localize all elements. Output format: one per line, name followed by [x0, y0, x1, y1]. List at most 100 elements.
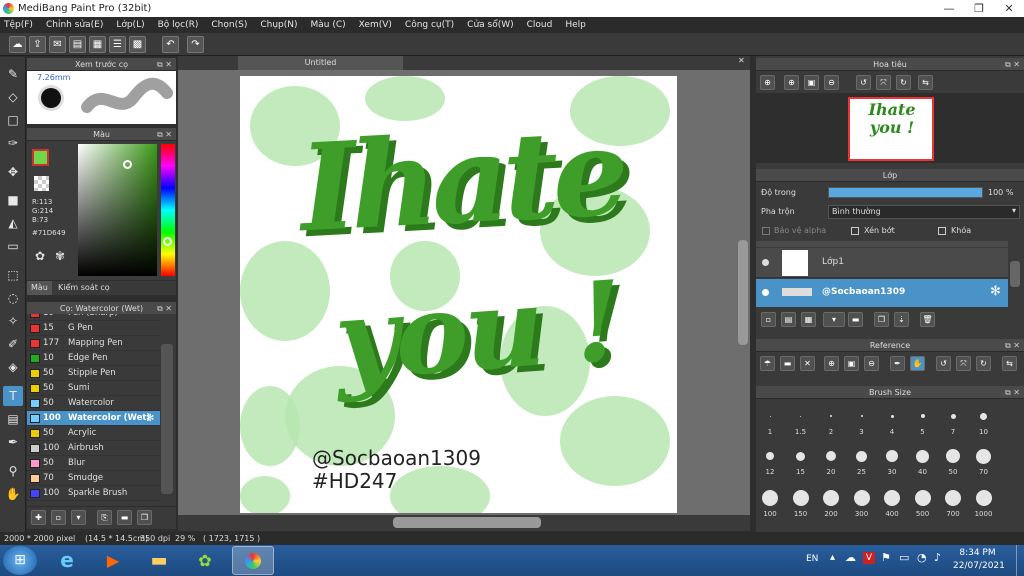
reference-hand-icon[interactable]: ✋ — [910, 356, 925, 371]
brush-item[interactable]: 10Pen (Sharp) — [27, 314, 160, 321]
brush-item[interactable]: 100 Sparkle Brush — [27, 486, 160, 501]
redo-icon[interactable]: ↷ — [187, 36, 204, 53]
eraser-tool-icon[interactable]: ◇ — [3, 87, 23, 107]
brush-size-dot[interactable] — [796, 451, 805, 461]
hue-slider[interactable] — [161, 144, 175, 276]
reference-zoom-out-icon[interactable]: ⊖ — [864, 356, 879, 371]
rectangle-tool-icon[interactable]: □ — [3, 110, 23, 130]
menu-cloud[interactable]: Cloud — [527, 20, 553, 30]
brush-size-dot[interactable] — [914, 490, 931, 506]
add-brush-icon[interactable]: ✚ — [31, 510, 46, 525]
brush-size-dot[interactable] — [856, 450, 867, 462]
brush-size-dot[interactable] — [853, 490, 870, 506]
brush-size-dot[interactable] — [950, 413, 956, 419]
magic-wand-icon[interactable]: ✧ — [3, 311, 23, 331]
copy-brush-icon[interactable]: ⎘ — [97, 510, 112, 525]
brush-size-dot[interactable] — [975, 490, 992, 506]
zoom-out-icon[interactable]: ⊖ — [824, 75, 839, 90]
cloud-tray-icon[interactable]: ☁ — [845, 551, 856, 564]
app-icon[interactable]: ✿ — [188, 548, 222, 573]
reference-reset-icon[interactable]: ⤧ — [956, 356, 971, 371]
menu-snap[interactable]: Chụp(N) — [260, 20, 297, 30]
folder-icon[interactable]: ▬ — [848, 312, 863, 327]
show-desktop-button[interactable] — [1016, 545, 1024, 576]
rotate-right-icon[interactable]: ↻ — [896, 75, 911, 90]
canvas-close-icon[interactable]: ✕ — [738, 56, 745, 65]
panel-close-icon[interactable]: ⧉ ✕ — [157, 128, 172, 141]
brush-size-dot[interactable] — [916, 449, 929, 463]
secondary-color-swatch[interactable] — [34, 176, 49, 191]
maximize-icon[interactable]: ❐ — [964, 0, 994, 17]
reference-rotate-left-icon[interactable]: ↺ — [936, 356, 951, 371]
pen-tool-icon[interactable]: ✑ — [3, 133, 23, 153]
opacity-slider[interactable] — [828, 187, 983, 198]
brush-item-selected[interactable]: 100 Watercolor (Wet) ✻ — [27, 411, 160, 426]
new-brush-icon[interactable]: ▫ — [51, 510, 66, 525]
brush-list-scrollbar[interactable] — [161, 344, 173, 494]
menu-help[interactable]: Help — [565, 20, 586, 30]
brush-item[interactable]: 50 Sumi — [27, 381, 160, 396]
layer-row[interactable]: Lớp1 — [756, 248, 1008, 278]
clip-checkbox[interactable] — [851, 227, 859, 235]
bucket-tool-icon[interactable]: ◭ — [3, 213, 23, 233]
menu-color[interactable]: Màu (C) — [311, 20, 346, 30]
brush-item[interactable]: 177 Mapping Pen — [27, 336, 160, 351]
menu-edit[interactable]: Chỉnh sửa(E) — [46, 20, 103, 30]
primary-color-swatch[interactable] — [32, 149, 49, 166]
reference-zoom-in-icon[interactable]: ⊕ — [824, 356, 839, 371]
layer-row-selected[interactable]: @Socbaoan1309 ✻ — [756, 279, 1008, 307]
canvas-tab[interactable]: Untitled — [238, 56, 403, 70]
page-icon[interactable]: ▦ — [89, 36, 106, 53]
brush-item[interactable]: 10 Edge Pen — [27, 351, 160, 366]
gear-icon[interactable]: ✻ — [146, 411, 154, 426]
hand-tool-icon[interactable]: ✋ — [3, 484, 23, 504]
brush-size-dot[interactable] — [884, 490, 900, 506]
media-player-icon[interactable]: ▶ — [96, 548, 130, 573]
fit-window-icon[interactable]: ▣ — [804, 75, 819, 90]
brush-size-dot[interactable] — [945, 490, 961, 506]
duplicate-layer-icon[interactable]: ❐ — [874, 312, 889, 327]
eyedropper-icon[interactable]: ✒ — [3, 432, 23, 452]
fill-rect-tool-icon[interactable]: ■ — [3, 190, 23, 210]
reference-open-icon[interactable]: ▬ — [780, 356, 795, 371]
canvas-hscrollbar[interactable] — [393, 517, 541, 528]
select-pen-icon[interactable]: ✐ — [3, 334, 23, 354]
menu-file[interactable]: Tệp(F) — [4, 20, 33, 30]
rotate-left-icon[interactable]: ↺ — [856, 75, 871, 90]
brush-size-dot[interactable] — [860, 415, 863, 417]
menu-view[interactable]: Xem(V) — [359, 20, 392, 30]
reference-cloud-icon[interactable]: ☂ — [760, 356, 775, 371]
artboard[interactable]: Ihate you ! @Socbaoan1309 #HD247 — [240, 76, 677, 513]
brush-size-dot[interactable] — [769, 415, 771, 417]
volume-icon[interactable]: ♪ — [934, 551, 941, 564]
brush-item[interactable]: 100 Airbrush — [27, 441, 160, 456]
menu-filter[interactable]: Bộ lọc(R) — [158, 20, 199, 30]
duplicate-icon[interactable]: ❐ — [137, 510, 152, 525]
menu-tools[interactable]: Công cụ(T) — [405, 20, 454, 30]
brush-size-dot[interactable] — [890, 414, 894, 418]
palette-icon[interactable]: ✿ — [35, 249, 45, 263]
brush-size-dot[interactable] — [830, 415, 832, 417]
saturation-value-picker[interactable] — [78, 144, 157, 276]
new-layer-icon[interactable]: ▫ — [761, 312, 776, 327]
brush-size-dot[interactable] — [762, 490, 778, 506]
move-tool-icon[interactable]: ✥ — [3, 162, 23, 182]
brush-item[interactable]: 50 Blur — [27, 456, 160, 471]
browser-icon[interactable]: e — [50, 548, 84, 573]
cloud-icon[interactable]: ☁ — [9, 36, 26, 53]
action-center-icon[interactable]: ⚑ — [881, 551, 891, 564]
layer-menu-icon[interactable]: ▾ — [823, 312, 845, 327]
list-icon[interactable]: ☰ — [109, 36, 126, 53]
reference-eyedropper-icon[interactable]: ✒ — [890, 356, 905, 371]
menu-window[interactable]: Cửa sổ(W) — [467, 20, 513, 30]
visibility-icon[interactable] — [762, 259, 769, 266]
document-icon[interactable]: ▤ — [69, 36, 86, 53]
language-indicator[interactable]: EN — [806, 554, 818, 564]
text-tool-icon[interactable]: T — [3, 386, 23, 406]
reference-rotate-right-icon[interactable]: ↻ — [976, 356, 991, 371]
new-halftone-layer-icon[interactable]: ▤ — [781, 312, 796, 327]
select-eraser-icon[interactable]: ◈ — [3, 357, 23, 377]
gear-icon[interactable]: ✻ — [990, 284, 1001, 299]
brush-size-dot[interactable] — [920, 414, 925, 418]
wifi-icon[interactable]: ◔ — [917, 551, 927, 564]
